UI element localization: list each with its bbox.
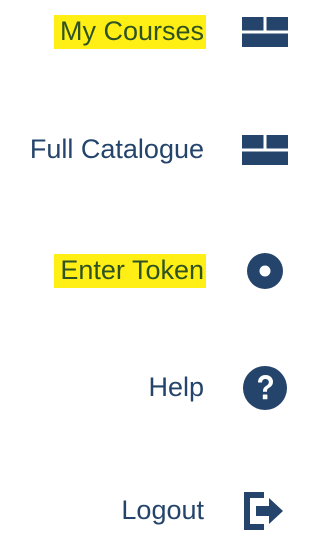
grid-icon	[242, 9, 288, 55]
menu-item-logout[interactable]: Logout	[0, 483, 290, 539]
menu-item-full-catalogue[interactable]: Full Catalogue	[0, 122, 290, 178]
grid-icon	[242, 127, 288, 173]
menu-item-enter-token[interactable]: Enter Token	[0, 243, 290, 299]
dot-circle-icon	[242, 248, 288, 294]
menu-item-help[interactable]: Help	[0, 360, 290, 416]
menu-item-label: Full Catalogue	[29, 134, 204, 164]
menu-item-label: Help	[148, 372, 204, 402]
menu-item-label: My Courses	[53, 15, 206, 49]
user-menu: My Courses Full Catalogue Enter Token He…	[0, 0, 290, 534]
menu-item-my-courses[interactable]: My Courses	[0, 4, 290, 60]
sign-out-icon	[242, 488, 288, 534]
menu-item-label: Enter Token	[54, 254, 206, 288]
menu-item-label: Logout	[121, 495, 204, 525]
question-circle-icon	[242, 365, 288, 411]
